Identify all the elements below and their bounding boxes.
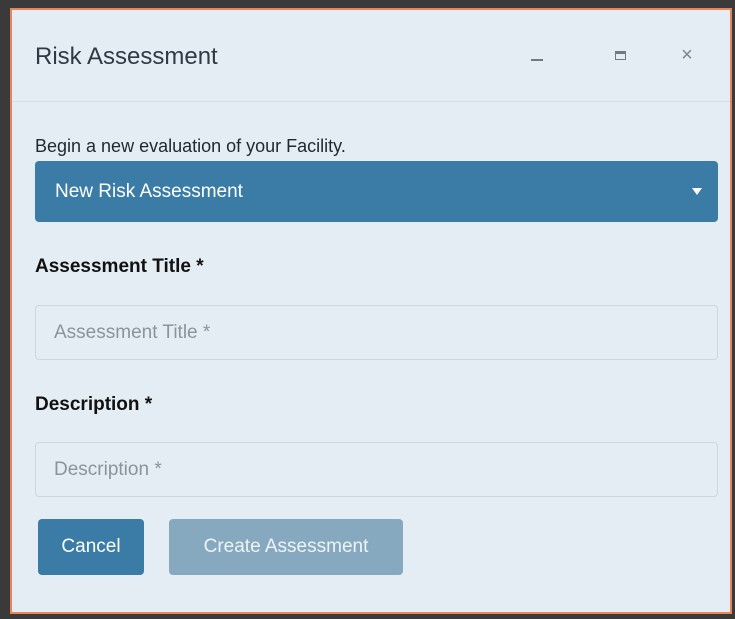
close-button[interactable]: × — [672, 40, 702, 70]
maximize-icon — [614, 50, 626, 60]
intro-text: Begin a new evaluation of your Facility. — [35, 136, 346, 156]
dialog-title: Risk Assessment — [35, 43, 218, 70]
caret-down-icon — [692, 188, 702, 195]
dialog-titlebar: Risk Assessment × — [12, 10, 730, 102]
description-label: Description * — [35, 394, 153, 415]
create-assessment-button[interactable]: Create Assessment — [169, 519, 403, 575]
close-icon: × — [681, 44, 693, 66]
select-value: New Risk Assessment — [55, 180, 243, 202]
assessment-type-select[interactable]: New Risk Assessment — [35, 161, 718, 222]
maximize-button[interactable] — [605, 40, 635, 70]
description-input[interactable] — [35, 442, 718, 497]
risk-assessment-dialog: Risk Assessment × Begin a new evaluation… — [10, 8, 732, 614]
cancel-button[interactable]: Cancel — [38, 519, 144, 575]
minimize-icon — [531, 59, 543, 61]
minimize-button[interactable] — [522, 40, 552, 70]
assessment-title-label: Assessment Title * — [35, 256, 204, 277]
assessment-title-input[interactable] — [35, 305, 718, 360]
